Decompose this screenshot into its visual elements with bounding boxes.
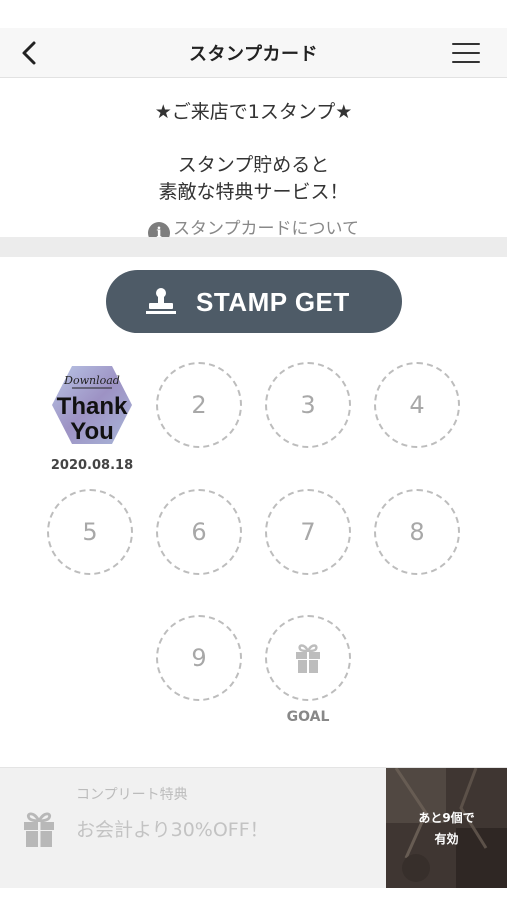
- stamp-slot-5: 5: [47, 489, 133, 575]
- stamp-slot-goal: [265, 615, 351, 701]
- campaign-description-line1: スタンプ貯めると: [177, 154, 330, 176]
- hamburger-menu-icon: [452, 43, 480, 45]
- stamp-slot-4: 4: [374, 362, 460, 448]
- remaining-stamps-badge: あと9個で 有効: [386, 768, 507, 889]
- stamp-slot-2: 2: [156, 362, 242, 448]
- reward-title: コンプリート特典: [76, 787, 188, 803]
- reward-description: お会計より30%OFF！: [76, 819, 269, 841]
- about-stamp-card-label: スタンプカードについて: [173, 219, 359, 239]
- stamp-slot-7: 7: [265, 489, 351, 575]
- stamp-icon: [146, 288, 176, 314]
- stamp-get-button[interactable]: STAMP GET: [106, 270, 402, 333]
- stamp-image-text-top: Download: [63, 374, 120, 387]
- stamp-get-label: STAMP GET: [196, 287, 350, 317]
- stamp-slot-9: 9: [156, 615, 242, 701]
- svg-text:You: You: [70, 418, 114, 445]
- page-title: スタンプカード: [189, 44, 318, 65]
- remaining-valid-text: 有効: [434, 832, 459, 846]
- remaining-count-text: あと9個で: [418, 811, 475, 825]
- campaign-headline: ★ご来店で1スタンプ★: [154, 101, 353, 123]
- bottom-safe-area: [0, 888, 507, 900]
- complete-reward-bar[interactable]: コンプリート特典 お会計より30%OFF！ あと9個で 有効: [0, 767, 507, 889]
- campaign-description-line2: 素敵な特典サービス！: [158, 181, 349, 203]
- svg-text:Thank: Thank: [57, 393, 128, 420]
- navigation-bar: スタンプカード: [0, 28, 507, 78]
- gift-icon: [296, 644, 320, 673]
- acquired-stamp-1[interactable]: Download Thank You: [50, 364, 134, 446]
- stamp-slot-8: 8: [374, 489, 460, 575]
- stamp-slot-6: 6: [156, 489, 242, 575]
- section-divider: [0, 237, 507, 257]
- hamburger-menu-button[interactable]: [452, 43, 480, 65]
- status-area: [0, 0, 507, 28]
- goal-label: GOAL: [286, 709, 330, 725]
- thank-you-stamp-image: Download Thank You: [52, 366, 132, 445]
- gift-icon: [24, 812, 54, 847]
- stamp-date: 2020.08.18: [50, 458, 134, 473]
- stamp-slot-3: 3: [265, 362, 351, 448]
